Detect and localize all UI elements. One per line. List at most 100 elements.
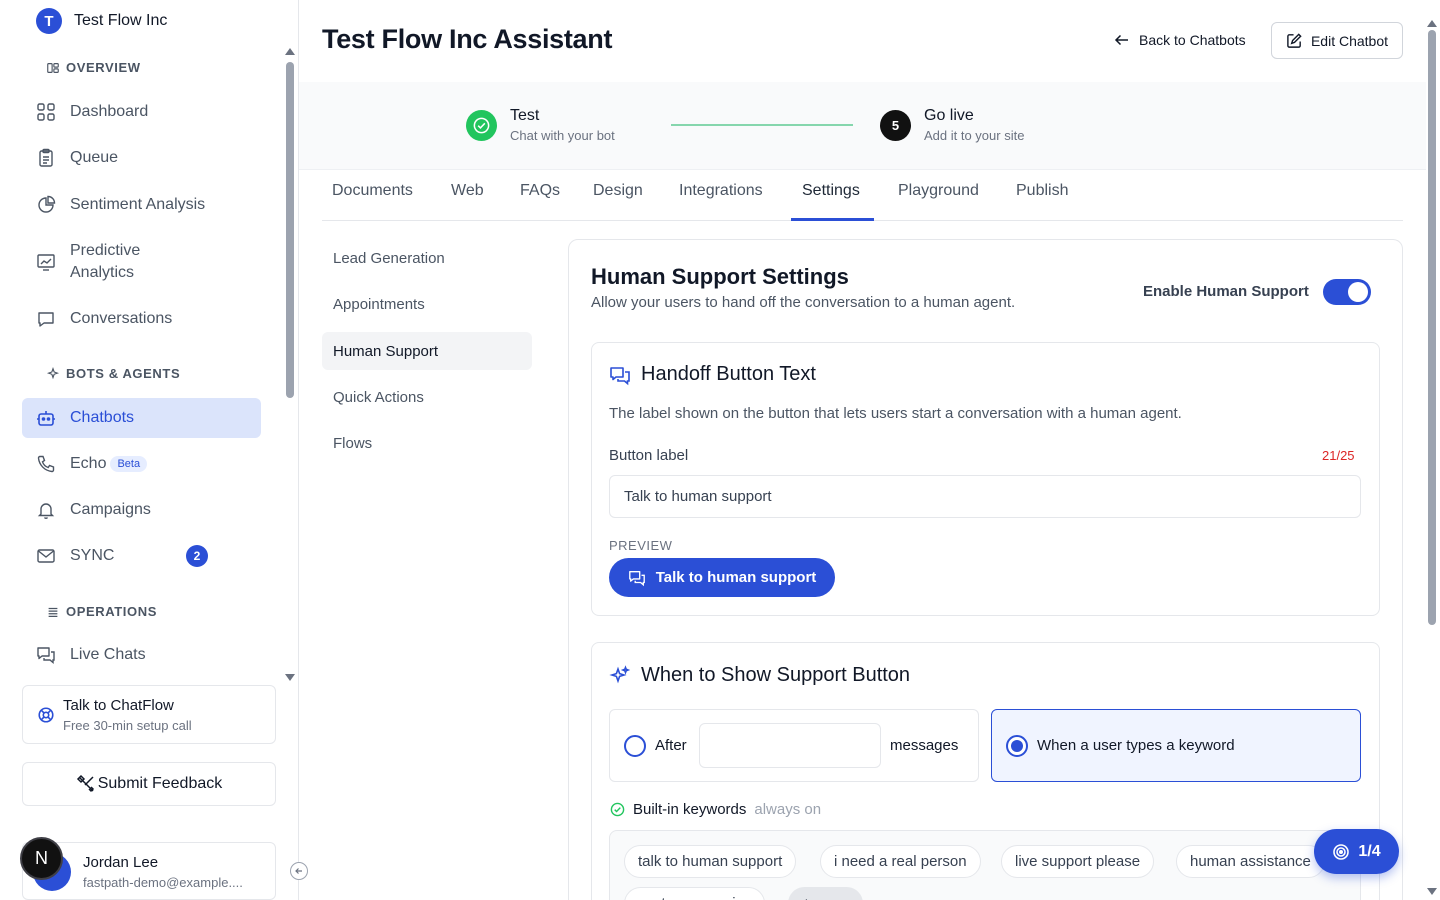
collapse-sidebar-button[interactable] bbox=[290, 862, 308, 880]
tab-documents[interactable]: Documents bbox=[332, 182, 413, 221]
sidebar-item-echo[interactable]: Echo Beta bbox=[22, 452, 261, 476]
settings-title: Human Support Settings bbox=[591, 264, 849, 289]
section-bots: BOTS & AGENTS bbox=[46, 366, 180, 381]
sidebar-item-conversations[interactable]: Conversations bbox=[22, 307, 261, 331]
option-after-messages[interactable]: After messages bbox=[609, 709, 979, 782]
tab-publish[interactable]: Publish bbox=[1016, 182, 1068, 221]
handoff-description: The label shown on the button that lets … bbox=[609, 405, 1182, 422]
sidebar-item-label: Chatbots bbox=[70, 409, 135, 426]
section-overview: OVERVIEW bbox=[46, 60, 141, 75]
subnav-quick-actions[interactable]: Quick Actions bbox=[322, 378, 532, 416]
sidebar-item-label: Queue bbox=[70, 149, 119, 166]
button-label-field-label: Button label bbox=[609, 447, 689, 464]
message-count-input[interactable] bbox=[699, 723, 881, 768]
cta-subtitle: Free 30-min setup call bbox=[63, 718, 192, 733]
preview-button-label: Talk to human support bbox=[655, 569, 817, 586]
section-operations-label: OPERATIONS bbox=[66, 604, 157, 619]
when-card-header: When to Show Support Button bbox=[609, 664, 910, 687]
sidebar-item-live-chats[interactable]: Live Chats bbox=[22, 643, 261, 667]
scroll-down-arrow[interactable] bbox=[285, 674, 295, 681]
more-keywords-chip[interactable]: + more bbox=[788, 887, 864, 900]
builtin-keywords-note: always on bbox=[754, 801, 822, 818]
subnav-flows[interactable]: Flows bbox=[322, 424, 532, 462]
scroll-up-arrow[interactable] bbox=[285, 48, 295, 55]
option-after-label: After bbox=[655, 737, 687, 754]
mail-icon bbox=[37, 549, 55, 563]
builtin-keywords-title: Built-in keywords bbox=[633, 801, 747, 818]
subnav-lead-generation[interactable]: Lead Generation bbox=[322, 239, 532, 277]
sidebar-item-label: Predictive Analytics bbox=[70, 242, 141, 281]
phone-icon bbox=[37, 455, 55, 473]
sidebar-item-label: Dashboard bbox=[70, 103, 149, 120]
keyword-chip: human assistance bbox=[1176, 845, 1325, 878]
sync-count-badge: 2 bbox=[186, 545, 208, 567]
user-name: Jordan Lee bbox=[83, 854, 159, 871]
arrow-left-icon bbox=[1114, 34, 1128, 46]
pie-chart-icon bbox=[38, 195, 56, 213]
onboarding-tour-button[interactable]: 1/4 bbox=[1314, 829, 1399, 874]
talk-to-chatflow-card[interactable]: Talk to ChatFlow Free 30-min setup call bbox=[22, 685, 276, 744]
cta-title: Talk to ChatFlow bbox=[63, 697, 174, 714]
sparkle-icon bbox=[609, 664, 631, 683]
clipboard-icon bbox=[39, 148, 53, 167]
org-name: Test Flow Inc bbox=[74, 12, 168, 29]
bell-icon bbox=[37, 503, 55, 519]
tab-design[interactable]: Design bbox=[593, 182, 643, 221]
trend-chart-icon bbox=[37, 254, 55, 271]
app-root: T Test Flow Inc OVERVIEW Dashboard Queue… bbox=[0, 0, 1440, 900]
enable-human-support-toggle[interactable] bbox=[1323, 279, 1371, 305]
sidebar-item-sentiment[interactable]: Sentiment Analysis bbox=[22, 193, 261, 217]
sidebar-item-queue[interactable]: Queue bbox=[22, 146, 261, 170]
option-keyword[interactable]: When a user types a keyword bbox=[991, 709, 1361, 782]
sidebar-item-predictive[interactable]: Predictive Analytics bbox=[22, 239, 261, 285]
overview-icon bbox=[47, 62, 59, 73]
chatbot-tabs: Documents Web FAQs Design Integrations S… bbox=[322, 170, 1403, 221]
tab-web[interactable]: Web bbox=[451, 182, 484, 221]
submit-feedback-button[interactable]: Submit Feedback bbox=[22, 762, 276, 806]
tab-playground[interactable]: Playground bbox=[898, 182, 979, 221]
check-circle-icon bbox=[473, 117, 490, 134]
sidebar-scrollbar[interactable] bbox=[286, 62, 294, 398]
lifebuoy-icon bbox=[38, 707, 54, 723]
sidebar-item-label: Sentiment Analysis bbox=[70, 196, 206, 213]
radio-after[interactable] bbox=[624, 735, 646, 757]
sidebar: T Test Flow Inc OVERVIEW Dashboard Queue… bbox=[0, 0, 299, 900]
list-icon bbox=[48, 607, 58, 617]
tab-integrations[interactable]: Integrations bbox=[679, 182, 763, 221]
when-title: When to Show Support Button bbox=[641, 664, 911, 686]
main-scroll-down-arrow[interactable] bbox=[1427, 888, 1437, 895]
section-bots-label: BOTS & AGENTS bbox=[66, 366, 181, 381]
builtin-keywords-label: Built-in keywords always on bbox=[610, 801, 821, 818]
keyword-chip: customer service bbox=[624, 887, 766, 900]
radio-keyword[interactable] bbox=[1006, 735, 1028, 757]
sidebar-item-label: SYNC bbox=[70, 547, 115, 564]
step-test-status bbox=[466, 110, 497, 141]
sidebar-item-sync[interactable]: SYNC 2 bbox=[22, 544, 261, 568]
edit-icon bbox=[1287, 33, 1302, 48]
sidebar-item-campaigns[interactable]: Campaigns bbox=[22, 498, 261, 522]
main-scroll-up-arrow[interactable] bbox=[1427, 20, 1437, 27]
subnav-appointments[interactable]: Appointments bbox=[322, 285, 532, 323]
subnav-human-support[interactable]: Human Support bbox=[322, 332, 532, 370]
org-switcher[interactable]: T Test Flow Inc bbox=[36, 8, 167, 34]
edit-chatbot-button[interactable]: Edit Chatbot bbox=[1271, 22, 1403, 59]
grid-icon bbox=[37, 103, 55, 121]
chats-icon bbox=[628, 570, 645, 586]
main-scrollbar[interactable] bbox=[1428, 30, 1436, 625]
tab-settings[interactable]: Settings bbox=[791, 182, 874, 221]
handoff-title: Handoff Button Text bbox=[641, 363, 816, 385]
chats-icon bbox=[610, 366, 630, 385]
sparkle-icon bbox=[46, 366, 60, 379]
back-to-chatbots-link[interactable]: Back to Chatbots bbox=[1113, 31, 1246, 49]
toggle-knob bbox=[1348, 282, 1368, 302]
section-operations: OPERATIONS bbox=[46, 604, 157, 619]
sidebar-item-chatbots[interactable]: Chatbots bbox=[22, 398, 261, 438]
sidebar-item-dashboard[interactable]: Dashboard bbox=[22, 100, 261, 124]
step-test-subtitle: Chat with your bot bbox=[510, 128, 615, 143]
dev-tools-badge[interactable]: N bbox=[20, 837, 63, 880]
tab-faqs[interactable]: FAQs bbox=[520, 182, 560, 221]
preview-support-button[interactable]: Talk to human support bbox=[609, 558, 835, 597]
button-label-input[interactable] bbox=[609, 475, 1361, 518]
settings-description: Allow your users to hand off the convers… bbox=[591, 294, 1016, 311]
char-counter: 21/25 bbox=[1322, 448, 1355, 463]
